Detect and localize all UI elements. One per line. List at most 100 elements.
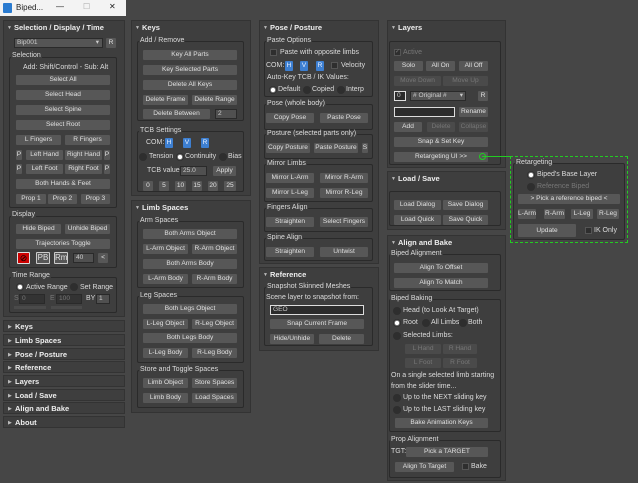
rollout-align-bake-collapsed[interactable]: ▶ Align and Bake — [3, 402, 125, 414]
l-arm-object-button[interactable]: L-Arm Object — [143, 244, 188, 254]
rollout-header[interactable]: Keys — [142, 23, 160, 32]
select-head-button[interactable]: Select Head — [16, 90, 110, 100]
both-legs-body-button[interactable]: Both Legs Body — [143, 333, 237, 343]
all-on-button[interactable]: All On — [426, 61, 455, 71]
prop2-button[interactable]: Prop 2 — [48, 194, 77, 204]
load-dialog-button[interactable]: Load Dialog — [394, 200, 441, 210]
prop1-button[interactable]: Prop 1 — [16, 194, 46, 204]
continuity-radio[interactable] — [176, 153, 184, 161]
move-up-button[interactable]: Move Up — [443, 76, 488, 86]
layer-r-button[interactable]: R — [478, 91, 488, 101]
select-spine-button[interactable]: Select Spine — [16, 105, 110, 115]
tcb-preset-0[interactable]: 0 — [143, 181, 153, 191]
both-legs-object-button[interactable]: Both Legs Object — [143, 304, 237, 314]
tcb-preset-10[interactable]: 10 — [175, 181, 186, 191]
biped-dropdown[interactable]: Bip001 ▾ — [14, 38, 103, 48]
active-range-radio[interactable] — [16, 283, 24, 291]
rollout-limb-spaces-collapsed[interactable]: ▶ Limb Spaces — [3, 334, 125, 346]
tcb-preset-25[interactable]: 25 — [224, 181, 236, 191]
align-to-offset-button[interactable]: Align To Offset — [394, 263, 488, 273]
bipeds-base-layer-radio[interactable] — [527, 171, 535, 179]
tcb-preset-5[interactable]: 5 — [159, 181, 169, 191]
rollout-header[interactable]: Load / Save — [398, 174, 440, 183]
prop3-button[interactable]: Prop 3 — [81, 194, 110, 204]
rm-button[interactable]: Rm — [54, 252, 68, 264]
p-right-hand-button[interactable]: P — [104, 150, 110, 160]
mirror-r-arm-button[interactable]: Mirror R-Arm — [320, 173, 368, 183]
r-leg-body-button[interactable]: R-Leg Body — [192, 348, 237, 358]
rollout-pose-posture-collapsed[interactable]: ▶ Pose / Posture — [3, 348, 125, 360]
r-fingers-button[interactable]: R Fingers — [65, 135, 110, 145]
rollout-load-save-collapsed[interactable]: ▶ Load / Save — [3, 389, 125, 401]
ret-r-arm-button[interactable]: R-Arm — [544, 209, 565, 219]
interp-radio[interactable] — [337, 86, 345, 94]
rollout-about-collapsed[interactable]: ▶ About — [3, 416, 125, 428]
copy-pose-button[interactable]: Copy Pose — [266, 113, 314, 123]
right-foot-button[interactable]: Right Foot — [65, 164, 102, 174]
p-right-foot-button[interactable]: P — [104, 164, 110, 174]
layer-index-field[interactable]: 0 — [394, 91, 406, 101]
hide-biped-button[interactable]: Hide Biped — [16, 224, 61, 234]
bake-checkbox[interactable] — [462, 463, 469, 470]
velocity-checkbox[interactable] — [331, 62, 338, 69]
paste-com-h-toggle[interactable]: H — [285, 61, 293, 71]
tcb-value-spinner[interactable]: 25.0 — [180, 166, 207, 176]
all-limbs-radio[interactable] — [422, 319, 430, 327]
maximize-button[interactable]: ☐ — [83, 2, 90, 11]
solo-button[interactable]: Solo — [394, 61, 423, 71]
r-arm-body-button[interactable]: R-Arm Body — [192, 274, 237, 284]
ret-r-leg-button[interactable]: R-Leg — [597, 209, 619, 219]
last-sliding-key-radio[interactable] — [393, 406, 401, 414]
bake-animation-keys-button[interactable]: Bake Animation Keys — [395, 418, 488, 428]
l-foot-button[interactable]: L Foot — [405, 358, 441, 368]
select-root-button[interactable]: Select Root — [16, 120, 110, 130]
tension-radio[interactable] — [139, 153, 147, 161]
rollout-layers-collapsed[interactable]: ▶ Layers — [3, 375, 125, 387]
both-arms-body-button[interactable]: Both Arms Body — [143, 259, 237, 269]
minimize-button[interactable]: — — [56, 2, 64, 11]
r-foot-button[interactable]: R Foot — [443, 358, 477, 368]
mirror-l-arm-button[interactable]: Mirror L-Arm — [266, 173, 314, 183]
l-leg-body-button[interactable]: L-Leg Body — [143, 348, 188, 358]
r-arm-object-button[interactable]: R-Arm Object — [192, 244, 237, 254]
rollout-header[interactable]: Pose / Posture — [270, 23, 322, 32]
retargeting-ui-button[interactable]: Retargeting UI >> — [394, 152, 488, 162]
pick-target-button[interactable]: Pick a TARGET — [406, 447, 488, 457]
l-leg-object-button[interactable]: L-Leg Object — [143, 319, 188, 329]
ret-l-leg-button[interactable]: L-Leg — [571, 209, 593, 219]
save-quick-button[interactable]: Save Quick — [443, 215, 488, 225]
both-radio[interactable] — [459, 319, 467, 327]
active-checkbox[interactable]: ✓ — [394, 49, 401, 56]
layer-name-input[interactable] — [394, 107, 455, 117]
l-arm-body-button[interactable]: L-Arm Body — [143, 274, 188, 284]
rollout-reference-collapsed[interactable]: ▶ Reference — [3, 361, 125, 373]
both-hands-feet-button[interactable]: Both Hands & Feet — [16, 179, 110, 189]
limb-object-button[interactable]: Limb Object — [143, 378, 188, 388]
move-down-button[interactable]: Move Down — [394, 76, 441, 86]
rollout-keys-collapsed[interactable]: ▶ Keys — [3, 320, 125, 332]
limb-body-button[interactable]: Limb Body — [143, 393, 188, 403]
delete-snapshot-button[interactable]: Delete — [319, 334, 364, 344]
start-slider[interactable] — [14, 306, 46, 309]
delete-frame-button[interactable]: Delete Frame — [143, 95, 188, 105]
select-fingers-button[interactable]: Select Fingers — [320, 217, 368, 227]
paste-com-v-toggle[interactable]: V — [300, 61, 308, 71]
delete-all-keys-button[interactable]: Delete All Keys — [143, 80, 237, 90]
end-field[interactable]: 100 — [56, 294, 82, 304]
paste-pose-button[interactable]: Paste Pose — [320, 113, 368, 123]
key-selected-parts-button[interactable]: Key Selected Parts — [143, 65, 237, 75]
com-r-toggle[interactable]: R — [201, 138, 209, 148]
straighten-fingers-button[interactable]: Straighten — [266, 217, 314, 227]
l-hand-button[interactable]: L Hand — [405, 344, 441, 354]
unhide-biped-button[interactable]: Unhide Biped — [65, 224, 110, 234]
reference-biped-radio[interactable] — [527, 183, 535, 191]
rollout-header[interactable]: Align and Bake — [398, 238, 452, 247]
delete-between-button[interactable]: Delete Between — [143, 109, 210, 119]
both-arms-object-button[interactable]: Both Arms Object — [143, 229, 237, 239]
left-hand-button[interactable]: Left Hand — [26, 150, 63, 160]
close-button[interactable]: ✕ — [109, 2, 116, 11]
r-hand-button[interactable]: R Hand — [443, 344, 477, 354]
save-dialog-button[interactable]: Save Dialog — [443, 200, 488, 210]
delete-between-spinner[interactable]: 2 — [215, 109, 237, 119]
layer-dropdown[interactable]: # Original # ▾ — [410, 91, 466, 101]
